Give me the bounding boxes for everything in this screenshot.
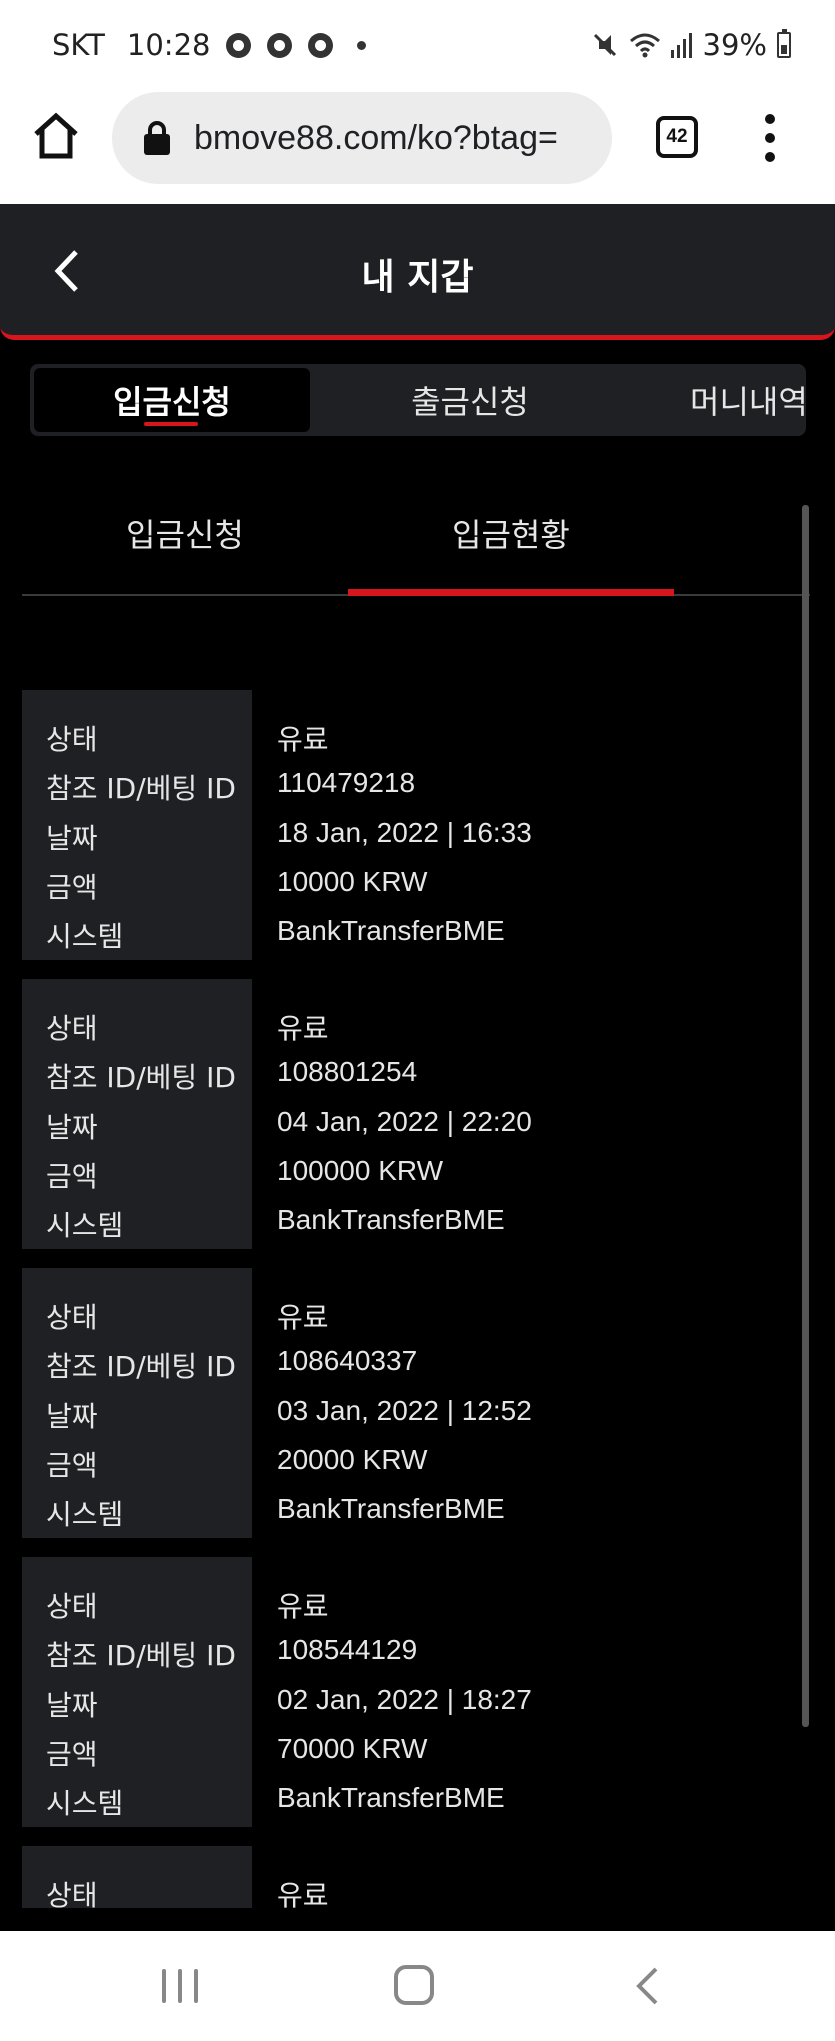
label-status: 상태 <box>46 723 98 756</box>
more-notifications-icon <box>357 40 367 50</box>
deposit-sub-tabs: 입금신청 입금현황 <box>22 470 810 596</box>
label-date: 날짜 <box>46 1689 98 1722</box>
label-status: 상태 <box>46 1301 98 1334</box>
status-left: SKT 10:28 <box>52 28 367 62</box>
deposit-status-list: 상태 참조 ID/베팅 ID 날짜 금액 시스템 유료 110479218 18… <box>22 690 792 1908</box>
subtab-deposit-request[interactable]: 입금신청 <box>126 510 244 556</box>
value-system: BankTransferBME <box>277 1493 505 1524</box>
list-item: 상태 참조 ID/베팅 ID 날짜 금액 시스템 유료 108801254 04… <box>22 979 792 1249</box>
value-system: BankTransferBME <box>277 1782 505 1813</box>
active-tab-indicator <box>348 589 674 596</box>
url-text[interactable]: bmove88.com/ko?btag= <box>194 119 604 158</box>
value-system: BankTransferBME <box>277 915 505 946</box>
value-amount: 20000 KRW <box>277 1444 428 1475</box>
subtab-deposit-status[interactable]: 입금현황 <box>452 510 570 556</box>
value-ref-id: 108640337 <box>277 1345 418 1376</box>
label-date: 날짜 <box>46 822 98 855</box>
value-date: 18 Jan, 2022 | 16:33 <box>277 817 532 848</box>
tab-deposit-request[interactable]: 입금신청 <box>34 368 310 432</box>
value-status: 유료 <box>277 1302 329 1333</box>
tab-switcher-button[interactable]: 42 <box>656 116 698 158</box>
list-item: 상태 참조 ID/베팅 ID 날짜 금액 시스템 유료 <box>22 1846 792 1908</box>
tab-money-history[interactable]: 머니내역 <box>630 368 835 432</box>
label-status: 상태 <box>46 1879 98 1908</box>
value-system: BankTransferBME <box>277 1204 505 1235</box>
status-right: 39% <box>591 28 791 62</box>
label-ref-id: 참조 ID/베팅 ID <box>46 1639 236 1672</box>
value-amount: 10000 KRW <box>277 866 428 897</box>
wifi-icon <box>629 33 660 58</box>
value-date: 04 Jan, 2022 | 22:20 <box>277 1106 532 1137</box>
label-ref-id: 참조 ID/베팅 ID <box>46 772 236 805</box>
label-date: 날짜 <box>46 1400 98 1433</box>
value-ref-id: 110479218 <box>277 767 416 798</box>
recent-apps-icon[interactable] <box>162 1969 198 2003</box>
label-ref-id: 참조 ID/베팅 ID <box>46 1350 236 1383</box>
value-status: 유료 <box>277 1013 329 1044</box>
battery-icon <box>777 29 791 58</box>
lock-icon <box>144 121 170 155</box>
label-status: 상태 <box>46 1012 98 1045</box>
chrome-notification-icon <box>226 32 252 58</box>
list-item: 상태 참조 ID/베팅 ID 날짜 금액 시스템 유료 108640337 03… <box>22 1268 792 1538</box>
label-status: 상태 <box>46 1590 98 1623</box>
value-ref-id: 108801254 <box>277 1056 418 1087</box>
value-amount: 70000 KRW <box>277 1733 428 1764</box>
page-title: 내 지갑 <box>361 257 474 298</box>
system-nav-bar <box>0 1931 835 2041</box>
value-date: 02 Jan, 2022 | 18:27 <box>277 1684 532 1715</box>
address-bar[interactable]: bmove88.com/ko?btag= <box>112 92 612 184</box>
label-amount: 금액 <box>46 1160 98 1193</box>
value-status: 유료 <box>277 1591 329 1622</box>
carrier-label: SKT <box>52 28 105 62</box>
value-ref-id: 108544129 <box>277 1634 418 1665</box>
chrome-notification-icon <box>308 32 334 58</box>
battery-percent: 39% <box>702 28 767 62</box>
browser-menu-icon[interactable] <box>762 114 778 162</box>
list-item: 상태 참조 ID/베팅 ID 날짜 금액 시스템 유료 110479218 18… <box>22 690 792 960</box>
chrome-notification-icon <box>267 32 293 58</box>
status-bar: SKT 10:28 39% <box>0 0 835 92</box>
value-amount: 100000 KRW <box>277 1155 444 1186</box>
value-date: 03 Jan, 2022 | 12:52 <box>277 1395 532 1426</box>
home-button-icon[interactable] <box>394 1965 434 2005</box>
label-amount: 금액 <box>46 1738 98 1771</box>
browser-toolbar: bmove88.com/ko?btag= 42 <box>0 92 835 204</box>
label-system: 시스템 <box>46 920 124 953</box>
value-status: 유료 <box>277 724 329 755</box>
label-system: 시스템 <box>46 1498 124 1531</box>
tab-withdraw-request[interactable]: 출금신청 <box>330 368 610 432</box>
home-icon[interactable] <box>30 110 82 162</box>
app-header: 내 지갑 <box>0 204 835 340</box>
clock: 10:28 <box>126 28 211 62</box>
scrollbar[interactable] <box>802 505 809 1727</box>
mute-icon <box>593 33 616 57</box>
wallet-tabs: 입금신청 출금신청 머니내역 <box>30 364 808 436</box>
label-ref-id: 참조 ID/베팅 ID <box>46 1061 236 1094</box>
label-amount: 금액 <box>46 1449 98 1482</box>
list-item: 상태 참조 ID/베팅 ID 날짜 금액 시스템 유료 108544129 02… <box>22 1557 792 1827</box>
signal-icon <box>670 33 692 58</box>
nav-back-icon[interactable] <box>632 1965 662 2007</box>
label-date: 날짜 <box>46 1111 98 1144</box>
label-system: 시스템 <box>46 1787 124 1820</box>
label-system: 시스템 <box>46 1209 124 1242</box>
label-amount: 금액 <box>46 871 98 904</box>
value-status: 유료 <box>277 1880 329 1908</box>
